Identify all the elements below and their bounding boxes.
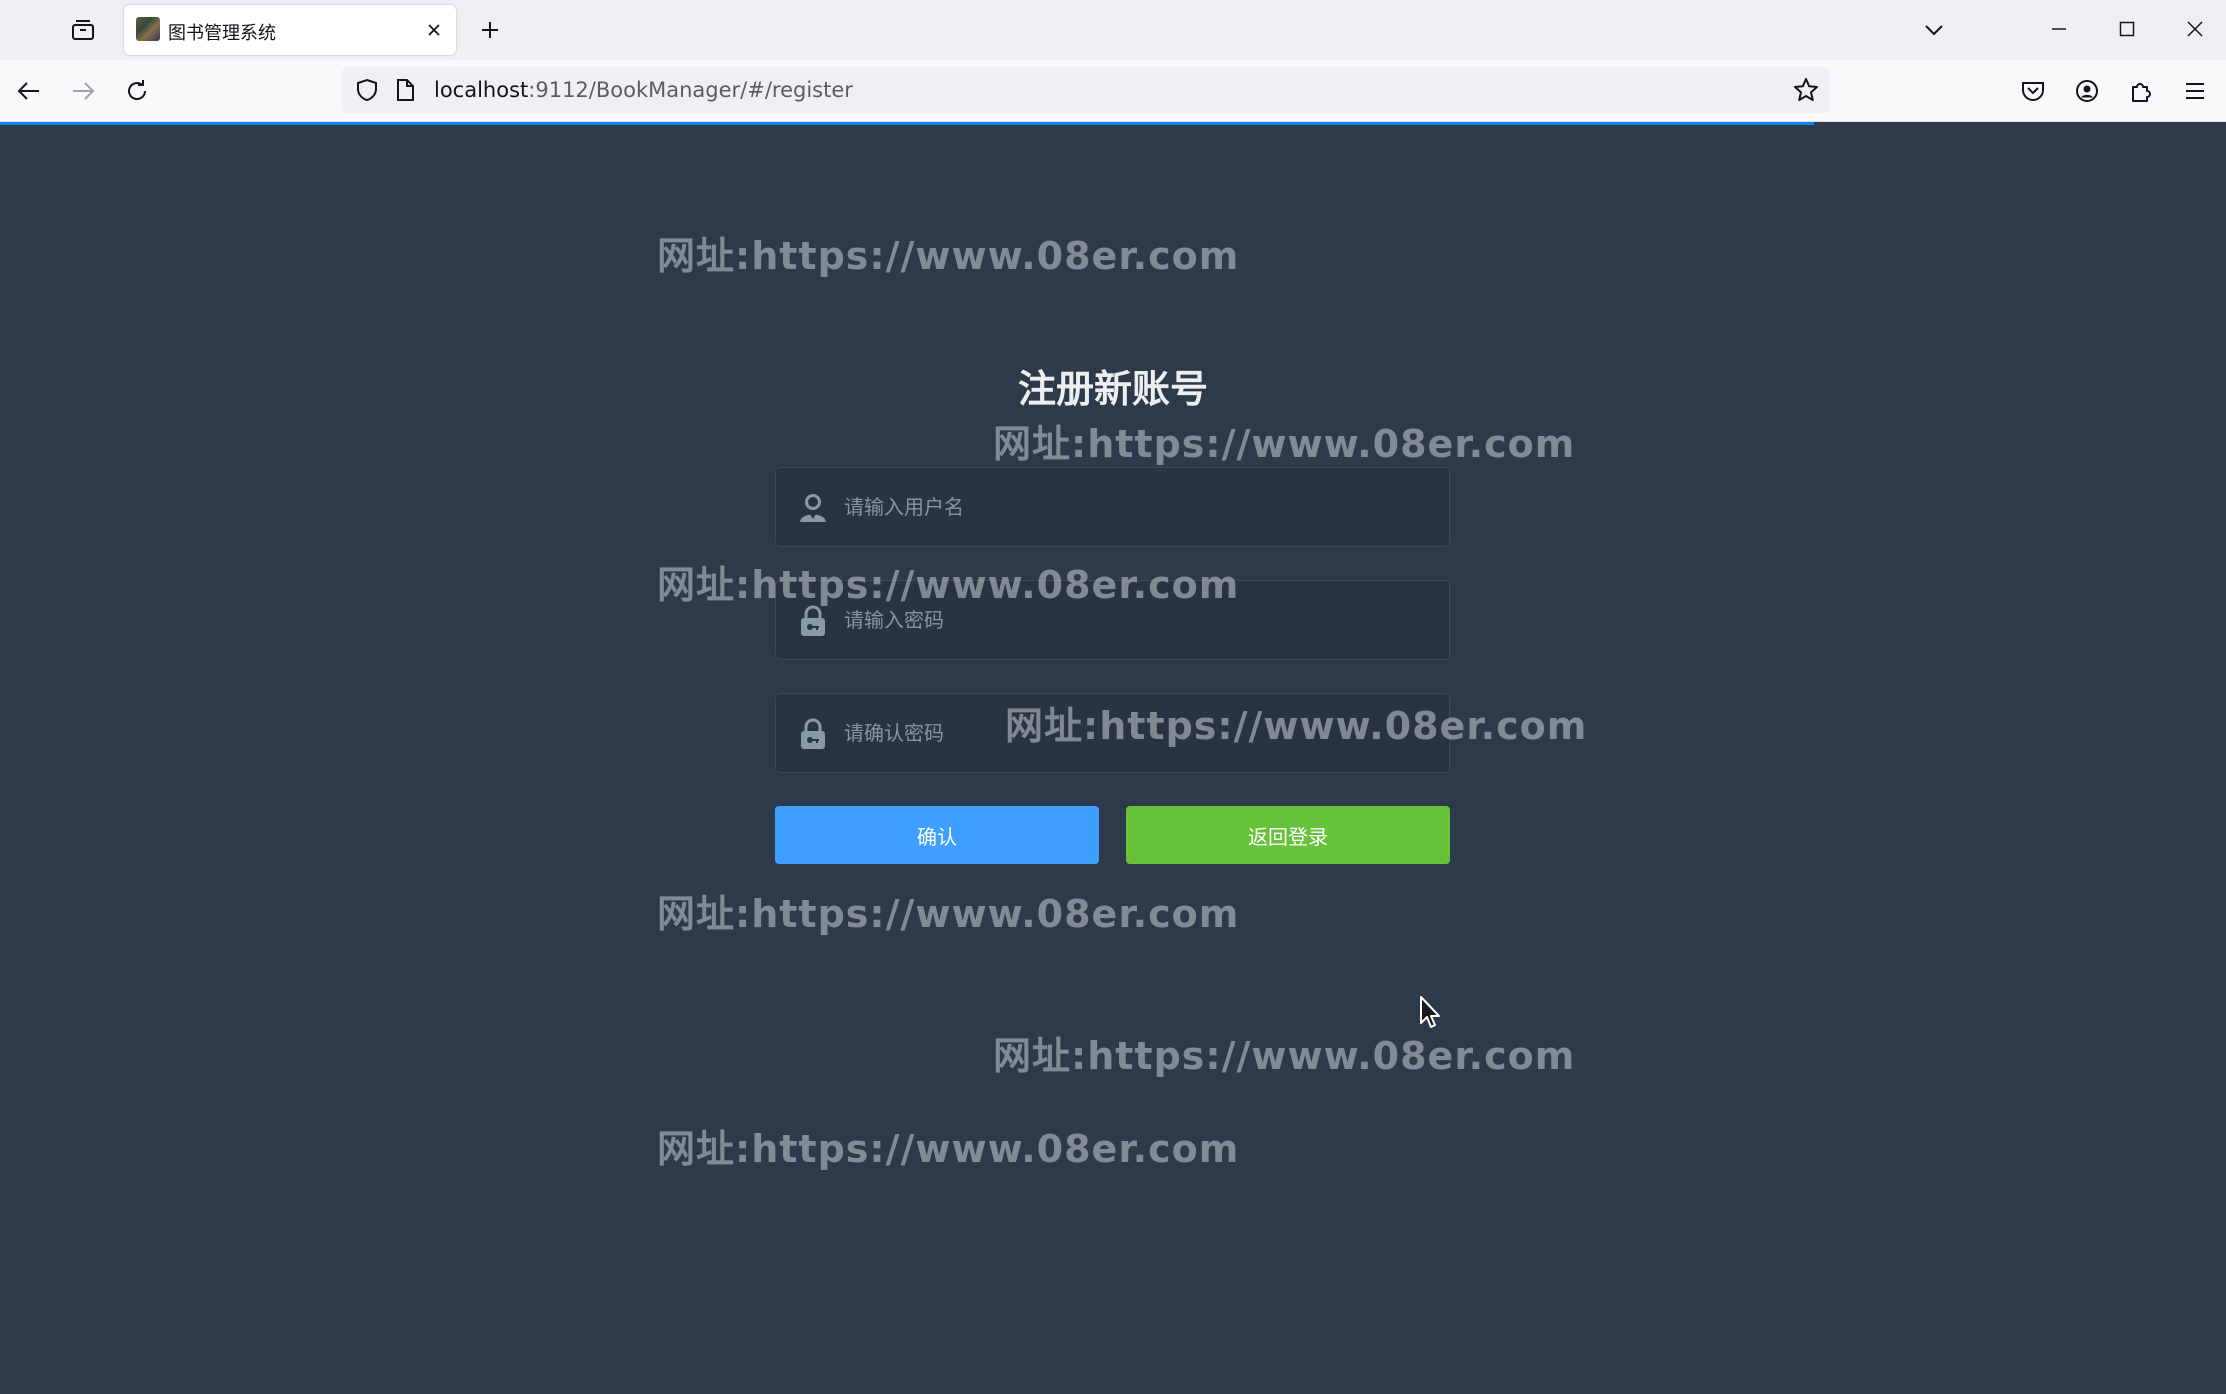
- username-input[interactable]: [844, 468, 1434, 546]
- account-icon[interactable]: [2070, 74, 2104, 108]
- bookmark-star-icon[interactable]: [1792, 76, 1820, 104]
- hamburger-menu-icon[interactable]: [2178, 74, 2212, 108]
- tab-favicon-icon: [136, 17, 160, 41]
- pocket-icon[interactable]: [2016, 74, 2050, 108]
- window-minimize-icon[interactable]: [2042, 12, 2076, 46]
- page-title: 注册新账号: [1017, 367, 1208, 411]
- tab-list-chevron-down-icon[interactable]: [1918, 14, 1950, 46]
- back-arrow-icon[interactable]: [12, 74, 46, 108]
- tab-title: 图书管理系统: [168, 23, 276, 44]
- tab-overview-icon[interactable]: [66, 14, 100, 46]
- browser-nav-bar: localhost:9112/BookManager/#/register: [0, 60, 2226, 122]
- confirm-password-input[interactable]: [844, 694, 1434, 772]
- tab-close-icon[interactable]: [422, 18, 446, 42]
- register-page: 注册新账号 确认 返回登录 网址:https://www.08er.com 网址…: [0, 125, 2226, 1394]
- confirm-button[interactable]: 确认: [775, 806, 1099, 864]
- watermark-text: 网址:https://www.08er.com: [993, 422, 1576, 466]
- forward-arrow-icon[interactable]: [66, 74, 100, 108]
- watermark-text: 网址:https://www.08er.com: [993, 1034, 1576, 1078]
- watermark-text: 网址:https://www.08er.com: [657, 1127, 1240, 1171]
- reload-icon[interactable]: [120, 74, 154, 108]
- url-path: :9112/BookManager/#/register: [528, 78, 853, 102]
- url-bar[interactable]: localhost:9112/BookManager/#/register: [342, 67, 1830, 113]
- password-input[interactable]: [844, 581, 1434, 659]
- username-field[interactable]: [775, 467, 1450, 547]
- page-info-icon[interactable]: [392, 77, 418, 103]
- window-close-icon[interactable]: [2178, 12, 2212, 46]
- window-maximize-icon[interactable]: [2110, 12, 2144, 46]
- extensions-puzzle-icon[interactable]: [2124, 74, 2158, 108]
- url-text[interactable]: localhost:9112/BookManager/#/register: [434, 78, 853, 102]
- watermark-text: 网址:https://www.08er.com: [657, 892, 1240, 936]
- url-host: localhost: [434, 78, 529, 102]
- user-icon: [796, 490, 830, 526]
- back-to-login-button[interactable]: 返回登录: [1126, 806, 1450, 864]
- lock-icon: [796, 603, 830, 639]
- password-field[interactable]: [775, 580, 1450, 660]
- lock-icon: [796, 716, 830, 752]
- confirm-password-field[interactable]: [775, 693, 1450, 773]
- watermark-text: 网址:https://www.08er.com: [657, 234, 1240, 278]
- shield-icon[interactable]: [354, 77, 380, 103]
- new-tab-plus-icon[interactable]: [474, 14, 506, 46]
- browser-tab-bar: 图书管理系统: [0, 0, 2226, 60]
- mouse-cursor-icon: [1420, 996, 1440, 1028]
- browser-tab-active[interactable]: 图书管理系统: [124, 5, 456, 55]
